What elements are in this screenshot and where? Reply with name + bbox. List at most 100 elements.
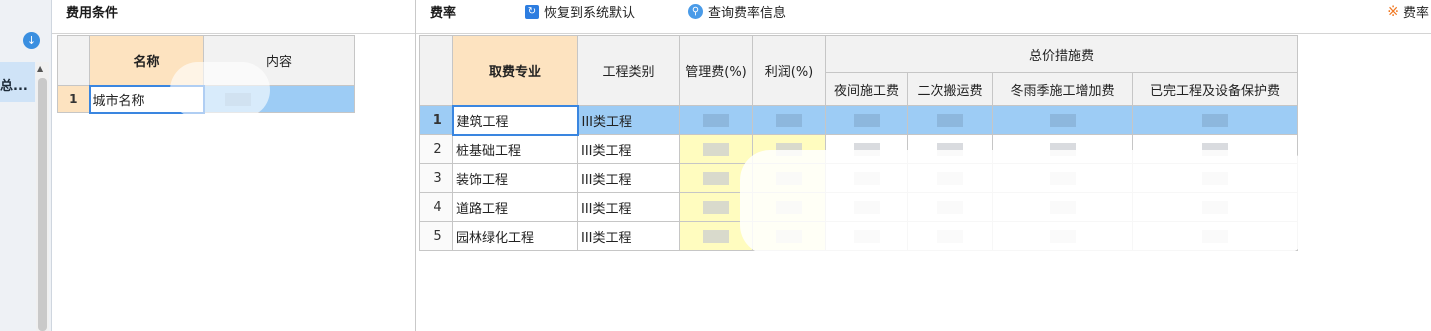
specialty-cell[interactable]: 园林绿化工程 — [452, 221, 578, 251]
protection-cell[interactable] — [1132, 134, 1298, 164]
category-cell[interactable]: III类工程 — [577, 134, 680, 164]
row-number: 4 — [419, 192, 453, 222]
table-row[interactable]: 2 桩基础工程 III类工程 — [419, 134, 1298, 164]
redacted-value — [703, 142, 729, 156]
column-header-secondary-transport[interactable]: 二次搬运费 — [907, 72, 993, 106]
rate-panel-title: 费率 — [430, 6, 457, 21]
protection-cell[interactable] — [1132, 163, 1298, 193]
table-row[interactable]: 5 园林绿化工程 III类工程 — [419, 221, 1298, 251]
winter-rain-cell[interactable] — [992, 105, 1133, 135]
redacted-value — [776, 113, 802, 127]
winter-rain-cell[interactable] — [992, 134, 1133, 164]
condition-table: 名称 内容 1 城市名称 — [57, 35, 355, 114]
column-header-profit[interactable]: 利润(%) — [752, 35, 826, 106]
profit-cell[interactable] — [752, 134, 826, 164]
redacted-value — [224, 92, 251, 106]
scroll-up-icon[interactable]: ▲ — [37, 64, 43, 73]
redacted-value — [776, 200, 802, 214]
condition-name-cell[interactable]: 城市名称 — [88, 84, 205, 114]
rate-table: 取费专业 工程类别 管理费(%) 利润(%) 总价措施费 夜间施工费 二次搬运费… — [419, 35, 1298, 251]
winter-rain-cell[interactable] — [992, 192, 1133, 222]
condition-header-row: 名称 内容 — [57, 35, 355, 86]
rate-note-button[interactable]: ※ 费率 — [1387, 2, 1429, 22]
table-row[interactable]: 4 道路工程 III类工程 — [419, 192, 1298, 222]
panel-divider[interactable] — [415, 0, 416, 331]
column-header-protection[interactable]: 已完工程及设备保护费 — [1132, 72, 1298, 106]
profit-cell[interactable] — [752, 192, 826, 222]
condition-content-cell[interactable] — [203, 85, 355, 113]
restore-default-label: 恢复到系统默认 — [544, 6, 636, 21]
column-group-measures[interactable]: 总价措施费 — [825, 35, 1298, 73]
nav-item-label[interactable]: 总... — [0, 75, 28, 94]
management-fee-cell[interactable] — [679, 134, 753, 164]
specialty-cell[interactable]: 桩基础工程 — [452, 134, 578, 164]
secondary-transport-cell[interactable] — [907, 221, 993, 251]
profit-cell[interactable] — [752, 221, 826, 251]
redacted-value — [853, 171, 880, 185]
specialty-cell[interactable]: 建筑工程 — [451, 104, 579, 136]
column-header-management-fee[interactable]: 管理费(%) — [679, 35, 753, 106]
column-header-night-work[interactable]: 夜间施工费 — [825, 72, 908, 106]
redacted-value — [937, 200, 963, 214]
secondary-transport-cell[interactable] — [907, 163, 993, 193]
rate-header-rule — [416, 33, 1431, 34]
profit-cell[interactable] — [752, 105, 826, 135]
redacted-value — [1049, 142, 1076, 156]
column-header-specialty[interactable]: 取费专业 — [452, 35, 578, 106]
night-work-cell[interactable] — [825, 192, 908, 222]
profit-cell[interactable] — [752, 163, 826, 193]
column-header-name[interactable]: 名称 — [89, 35, 204, 86]
condition-header-rule — [52, 33, 415, 34]
redacted-value — [937, 113, 963, 127]
night-work-cell[interactable] — [825, 134, 908, 164]
column-header-category[interactable]: 工程类别 — [577, 35, 680, 106]
redacted-value — [937, 142, 963, 156]
row-number: 1 — [57, 85, 90, 113]
protection-cell[interactable] — [1132, 221, 1298, 251]
secondary-transport-cell[interactable] — [907, 192, 993, 222]
column-header-content[interactable]: 内容 — [203, 35, 355, 86]
table-row[interactable]: 3 装饰工程 III类工程 — [419, 163, 1298, 193]
query-rate-label: 查询费率信息 — [708, 6, 787, 21]
night-work-cell[interactable] — [825, 105, 908, 135]
winter-rain-cell[interactable] — [992, 221, 1133, 251]
row-number: 2 — [419, 134, 453, 164]
secondary-transport-cell[interactable] — [907, 105, 993, 135]
secondary-transport-cell[interactable] — [907, 134, 993, 164]
query-rate-button[interactable]: ⚲ 查询费率信息 — [688, 2, 786, 21]
column-header-winter-rain[interactable]: 冬雨季施工增加费 — [992, 72, 1133, 106]
redacted-value — [703, 113, 729, 127]
protection-cell[interactable] — [1132, 105, 1298, 135]
category-cell[interactable]: III类工程 — [577, 105, 680, 135]
specialty-cell[interactable]: 道路工程 — [452, 192, 578, 222]
category-cell[interactable]: III类工程 — [577, 192, 680, 222]
night-work-cell[interactable] — [825, 221, 908, 251]
redacted-value — [853, 200, 880, 214]
redacted-value — [937, 171, 963, 185]
category-cell[interactable]: III类工程 — [577, 221, 680, 251]
management-fee-cell[interactable] — [679, 105, 753, 135]
expand-down-icon[interactable]: ↓ — [23, 32, 40, 49]
restore-default-button[interactable]: ↻ 恢复到系统默认 — [525, 2, 635, 21]
redacted-value — [703, 229, 729, 243]
row-number: 1 — [419, 105, 453, 135]
winter-rain-cell[interactable] — [992, 163, 1133, 193]
redacted-value — [1202, 113, 1228, 127]
protection-cell[interactable] — [1132, 192, 1298, 222]
management-fee-cell[interactable] — [679, 192, 753, 222]
redacted-value — [776, 229, 802, 243]
redacted-value — [853, 113, 880, 127]
redacted-value — [1049, 171, 1076, 185]
redacted-value — [853, 142, 880, 156]
table-row[interactable]: 1 城市名称 — [57, 84, 355, 114]
category-cell[interactable]: III类工程 — [577, 163, 680, 193]
nav-scrollbar[interactable]: ▲ — [36, 62, 49, 331]
night-work-cell[interactable] — [825, 163, 908, 193]
redacted-value — [1202, 229, 1228, 243]
management-fee-cell[interactable] — [679, 221, 753, 251]
specialty-cell[interactable]: 装饰工程 — [452, 163, 578, 193]
redacted-value — [1049, 113, 1076, 127]
scrollbar-thumb[interactable] — [38, 78, 47, 331]
table-row[interactable]: 1 建筑工程 III类工程 — [419, 104, 1298, 136]
management-fee-cell[interactable] — [679, 163, 753, 193]
